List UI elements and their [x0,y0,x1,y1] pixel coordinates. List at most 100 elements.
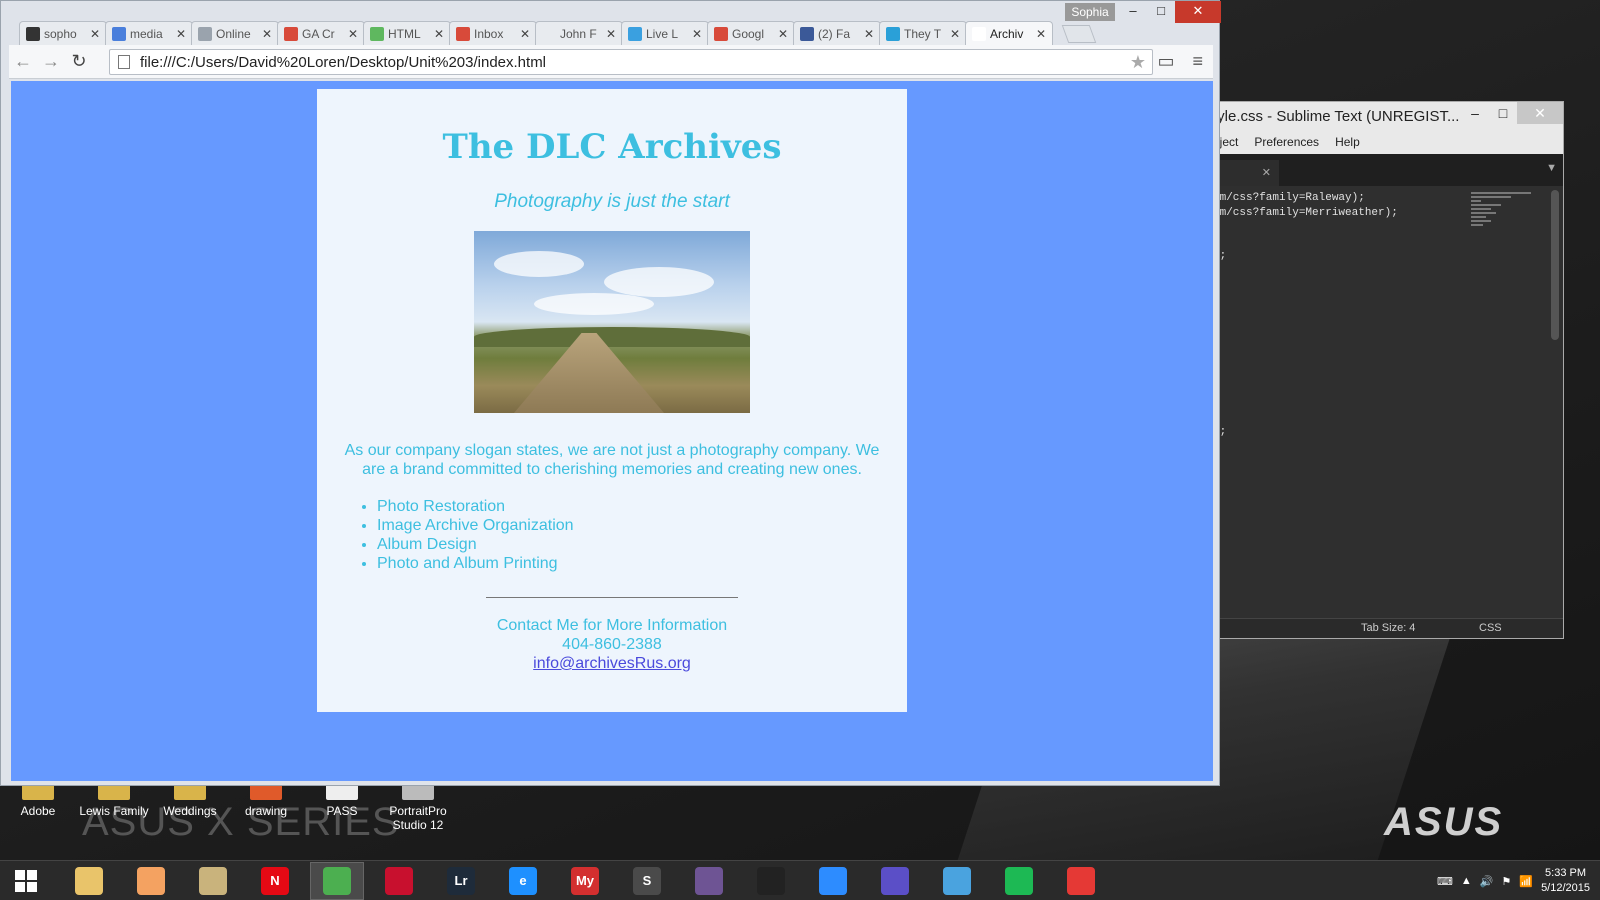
keyboard-icon[interactable]: ⌨ [1437,875,1453,888]
address-bar[interactable]: file:///C:/Users/David%20Loren/Desktop/U… [109,49,1153,75]
clock[interactable]: 5:33 PM 5/12/2015 [1541,866,1590,896]
browser-tab[interactable]: They T ✕ [879,21,967,45]
desktop-icon-weddings[interactable]: Weddings [152,782,228,832]
tab-close-icon[interactable]: ✕ [776,27,790,41]
desktop-icon-portraitpro[interactable]: PortraitPro Studio 12 [380,782,456,832]
windows-start-button[interactable] [0,861,52,900]
taskbar-app-inkscape[interactable] [744,862,798,900]
taskbar-app-netflix[interactable]: N [248,862,302,900]
tab-close-icon[interactable]: ✕ [346,27,360,41]
taskbar-app-internet-explorer[interactable]: e [496,862,550,900]
syntax-indicator[interactable]: CSS [1479,622,1502,634]
taskbar-app-lightroom[interactable]: Lr [434,862,488,900]
desktop-icon-lewis-family[interactable]: Lewis Family [76,782,152,832]
back-arrow-icon[interactable]: ← [9,51,37,72]
browser-tab[interactable]: GA Cr ✕ [277,21,365,45]
taskbar-app-spotify[interactable] [992,862,1046,900]
flag-icon[interactable]: ⚑ [1501,875,1511,888]
sublime-text-icon: S [633,866,661,895]
maximize-button[interactable]: □ [1489,102,1517,124]
content-card: The DLC Archives Photography is just the… [317,89,907,712]
profile-button[interactable]: Sophia [1065,3,1115,21]
taskbar-app-picasa[interactable] [124,862,178,900]
close-button[interactable]: ✕ [1175,1,1221,23]
tab-close-icon[interactable]: ✕ [948,27,962,41]
minimap[interactable] [1471,190,1541,310]
browser-tab[interactable]: Googl ✕ [707,21,795,45]
tab-size-indicator[interactable]: Tab Size: 4 [1361,622,1415,634]
github-icon [695,866,723,895]
tab-close-icon[interactable]: ✕ [862,27,876,41]
show-hidden-icons[interactable]: ▲ [1461,875,1472,887]
page-viewport[interactable]: The DLC Archives Photography is just the… [11,81,1213,781]
menu-preferences[interactable]: Preferences [1254,135,1319,149]
cast-icon[interactable]: ▭ [1157,51,1174,72]
menu-help[interactable]: Help [1335,135,1360,149]
url-text[interactable]: file:///C:/Users/David%20Loren/Desktop/U… [140,54,546,71]
taskbar-app-sublime-text[interactable]: S [620,862,674,900]
browser-tab[interactable]: John F ✕ [535,21,623,45]
divider [486,597,738,598]
browser-tab[interactable]: Online ✕ [191,21,279,45]
adobe-cc-icon [385,866,413,895]
tab-favicon-icon [456,26,470,41]
menu-icon[interactable]: ≡ [1192,51,1203,72]
browser-tab[interactable]: Archiv ✕ [965,21,1053,45]
taskbar-app-zoom[interactable] [806,862,860,900]
browser-tab[interactable]: (2) Fa ✕ [793,21,881,45]
email-link[interactable]: info@archivesRus.org [533,655,691,672]
tab-close-icon[interactable]: ✕ [174,27,188,41]
sublime-window[interactable]: tyle.css - Sublime Text (UNREGIST... – □… [1212,101,1564,639]
taskbar-app-chrome[interactable] [310,861,364,900]
tab-dropdown-icon[interactable]: ▼ [1546,162,1557,174]
taskbar-app-adobe-cc[interactable] [372,862,426,900]
tab-close-icon[interactable]: ✕ [604,27,618,41]
reload-icon[interactable]: ↻ [65,51,93,72]
volume-icon[interactable]: 🔊 [1480,875,1494,888]
chrome-icon [323,866,351,895]
settings-icon [881,866,909,895]
close-icon[interactable]: ✕ [1262,167,1271,179]
browser-tab[interactable]: Live L ✕ [621,21,709,45]
bookmark-star-icon[interactable]: ★ [1130,52,1146,73]
tab-close-icon[interactable]: ✕ [1034,27,1048,41]
browser-tab[interactable]: Inbox ✕ [449,21,537,45]
scrollbar[interactable] [1551,190,1559,340]
lightroom-icon: Lr [447,866,475,895]
desktop-icon-pass[interactable]: PASS [304,782,380,832]
forward-arrow-icon[interactable]: → [37,51,65,72]
taskbar-app-network[interactable] [930,862,984,900]
tab-close-icon[interactable]: ✕ [88,27,102,41]
network-icon[interactable]: 📶 [1519,875,1533,888]
new-tab-button[interactable] [1061,25,1097,43]
tab-close-icon[interactable]: ✕ [260,27,274,41]
sublime-tab[interactable]: ✕ [1213,160,1279,186]
zoom-icon [819,866,847,895]
taskbar-app-myheritage[interactable]: My [558,862,612,900]
taskbar-app-github[interactable] [682,862,736,900]
clock-time: 5:33 PM [1545,867,1587,879]
taskbar-app-scanner[interactable] [186,862,240,900]
taskbar-app-chrome-2[interactable] [1054,862,1108,900]
minimize-button[interactable]: – [1119,1,1147,23]
taskbar-app-settings[interactable] [868,862,922,900]
desktop-icon-drawing[interactable]: drawing [228,782,304,832]
site-title: The DLC Archives [442,127,782,167]
close-button[interactable]: ✕ [1517,102,1563,124]
taskbar: N Lr e My S ⌨ ▲ 🔊 ⚑ 📶 5:33 PM 5/12/2015 [0,860,1600,900]
sublime-statusbar: Tab Size: 4 CSS [1213,618,1563,638]
tab-close-icon[interactable]: ✕ [690,27,704,41]
tab-close-icon[interactable]: ✕ [432,27,446,41]
minimize-button[interactable]: – [1461,102,1489,124]
network-icon [943,866,971,895]
chrome-window[interactable]: Sophia – □ ✕ sopho ✕ media ✕ Online ✕ GA Cr ✕ HT… [0,0,1221,786]
browser-tab[interactable]: sopho ✕ [19,21,107,45]
tab-close-icon[interactable]: ✕ [518,27,532,41]
taskbar-app-file-explorer[interactable] [62,862,116,900]
browser-tab[interactable]: HTML ✕ [363,21,451,45]
browser-tab[interactable]: media ✕ [105,21,193,45]
tab-label: Googl [732,26,765,41]
maximize-button[interactable]: □ [1147,1,1175,23]
sublime-editor[interactable]: om/css?family=Raleway); om/css?family=Me… [1213,186,1563,618]
desktop-icon-adobe[interactable]: Adobe [0,782,76,832]
